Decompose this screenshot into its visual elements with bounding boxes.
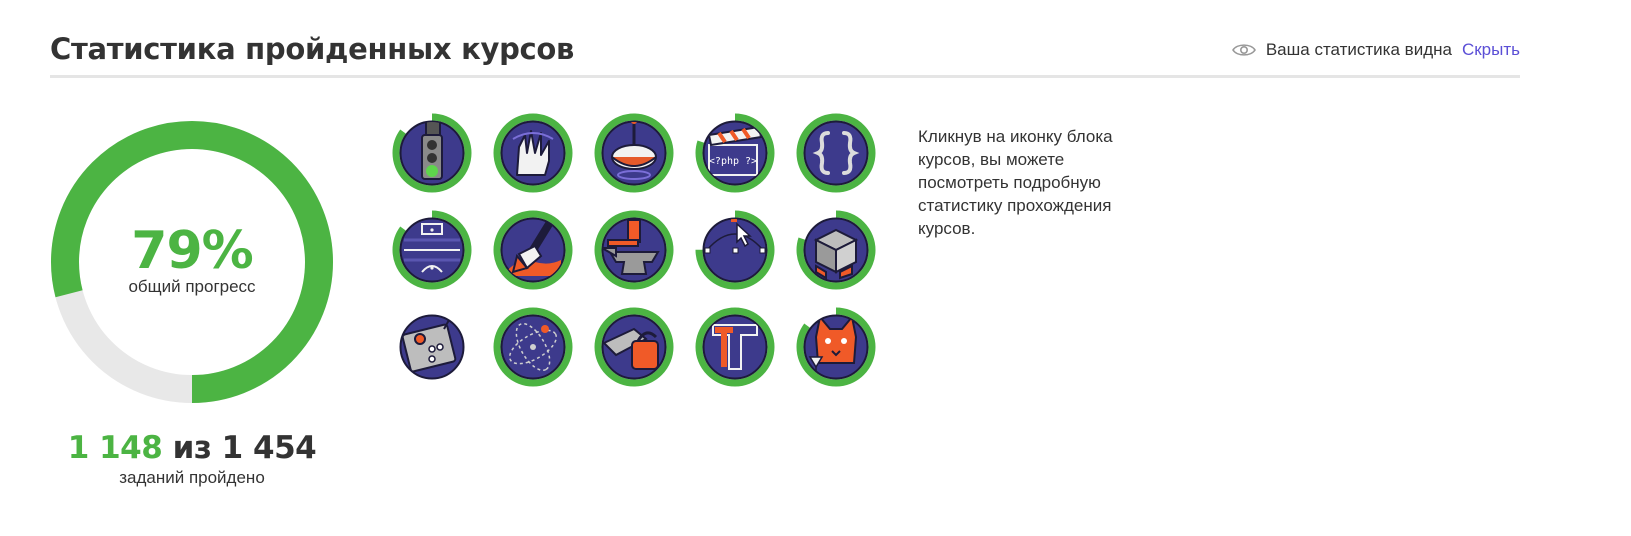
tasks-caption: заданий пройдено (119, 468, 265, 487)
course-block-curly-braces[interactable] (796, 113, 876, 193)
course-block-letter-t[interactable] (695, 307, 775, 387)
course-block-chainsaw[interactable] (594, 307, 674, 387)
course-block-traffic-light[interactable] (392, 113, 472, 193)
hide-stats-link[interactable]: Скрыть (1462, 40, 1520, 60)
spinning-top-icon (594, 113, 674, 193)
remote-control-icon (392, 307, 472, 387)
course-block-football-field[interactable] (392, 210, 472, 290)
progress-percent: 79% (131, 221, 253, 281)
course-block-spinning-top[interactable] (594, 113, 674, 193)
tasks-count: 1 148 из 1 454 (50, 430, 334, 466)
tasks-total: 1 454 (221, 430, 317, 466)
course-block-orbit[interactable] (493, 307, 573, 387)
course-block-php-clapperboard[interactable]: <?php ?> (695, 113, 775, 193)
rubiks-cube-icon (796, 210, 876, 290)
stats-header: Статистика пройденных курсов Ваша статис… (50, 28, 1520, 78)
curly-braces-icon (796, 113, 876, 193)
progress-center: 79% общий прогресс (50, 225, 334, 297)
vulcan-hand-icon (493, 113, 573, 193)
visibility-text: Ваша статистика видна (1265, 40, 1452, 59)
page-title: Статистика пройденных курсов (50, 32, 575, 66)
php-clapperboard-icon: <?php ?> (695, 113, 775, 193)
vector-cursor-icon (695, 210, 775, 290)
tasks-summary: 1 148 из 1 454 заданий пройдено (50, 430, 334, 488)
course-block-vulcan-hand[interactable] (493, 113, 573, 193)
tasks-done: 1 148 (67, 430, 163, 466)
football-field-icon (392, 210, 472, 290)
svg-text:<?php ?>: <?php ?> (709, 156, 757, 167)
paint-brush-icon (493, 210, 573, 290)
course-block-cat-cocktail[interactable] (796, 307, 876, 387)
cat-cocktail-icon (796, 307, 876, 387)
orbit-icon (493, 307, 573, 387)
eye-icon (1231, 44, 1256, 56)
overall-progress-ring: 79% общий прогресс (50, 120, 334, 404)
letter-t-icon (695, 307, 775, 387)
course-block-rubiks-cube[interactable] (796, 210, 876, 290)
hint-text: Кликнув на иконку блока курсов, вы может… (918, 127, 1113, 238)
traffic-light-icon (392, 113, 472, 193)
course-block-remote-control[interactable] (392, 307, 472, 387)
chainsaw-icon (594, 307, 674, 387)
course-block-paint-brush[interactable] (493, 210, 573, 290)
visibility-status: Ваша статистика видна Скрыть (1231, 40, 1520, 60)
tasks-separator: из (172, 430, 212, 466)
course-block-anvil[interactable] (594, 210, 674, 290)
anvil-icon (594, 210, 674, 290)
course-block-vector-cursor[interactable] (695, 210, 775, 290)
progress-caption: общий прогресс (128, 277, 256, 296)
